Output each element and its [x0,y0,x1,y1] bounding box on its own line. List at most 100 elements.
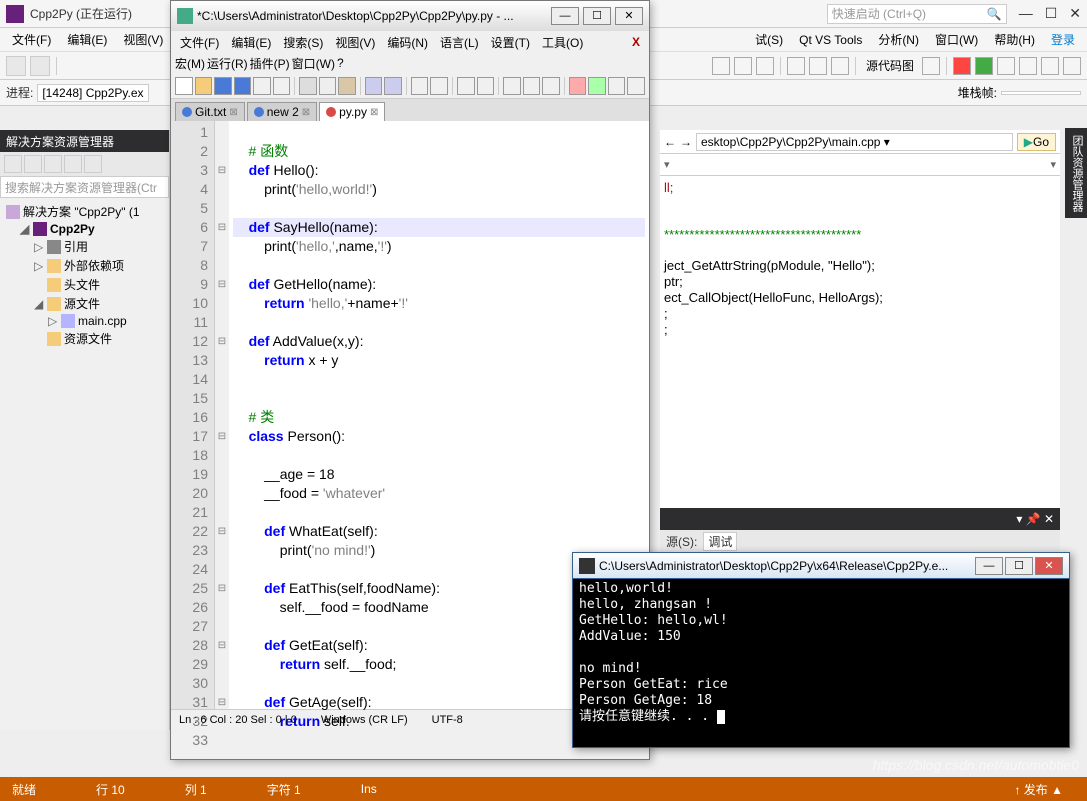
paste-button[interactable] [338,77,356,95]
menu-run[interactable]: 运行(R) [207,55,248,72]
project-node[interactable]: ◢ Cpp2Py [18,221,165,237]
console-output[interactable]: hello,world! hello, zhangsan ! GetHello:… [573,579,1069,727]
tab-close-icon[interactable]: ⊠ [370,107,378,118]
menu-analyze[interactable]: 分析(N) [872,29,925,50]
solution-node[interactable]: 解决方案 "Cpp2Py" (1 [4,202,165,221]
minimize-button[interactable]: — [1019,5,1033,22]
tree-item-external[interactable]: ▷ 外部依赖项 [32,256,165,275]
sync-button[interactable] [44,155,62,173]
scope-dropdown[interactable]: ▾ [664,158,670,171]
menu-window[interactable]: 窗口(W) [292,55,335,72]
close-button[interactable]: ✕ [615,7,643,25]
continue-button[interactable] [712,57,730,75]
menu-view[interactable]: 视图(V) [330,33,380,52]
console-titlebar[interactable]: C:\Users\Administrator\Desktop\Cpp2Py\x6… [573,553,1069,579]
menu-debug[interactable]: 试(S) [749,29,789,50]
replace-button[interactable] [430,77,448,95]
menu-edit[interactable]: 编辑(E) [61,29,113,50]
menu-file[interactable]: 文件(F) [6,29,57,50]
close-button[interactable]: ✕ [1035,557,1063,575]
open-file-button[interactable] [195,77,213,95]
menu-qttools[interactable]: Qt VS Tools [793,31,868,49]
npp-titlebar[interactable]: *C:\Users\Administrator\Desktop\Cpp2Py\C… [171,1,649,31]
pause-button[interactable] [734,57,752,75]
find-button[interactable] [411,77,429,95]
tab-new-2[interactable]: new 2⊠ [247,102,317,121]
tree-item-sources[interactable]: ◢ 源文件 [32,294,165,313]
maximize-button[interactable]: ☐ [583,7,611,25]
go-button[interactable]: ▶Go [1017,133,1056,151]
sourcemap-icon[interactable] [922,57,940,75]
source-code-map-label[interactable]: 源代码图 [862,57,918,74]
team-explorer-tab[interactable]: 团队资源管理器 [1065,128,1087,218]
nav-back-button[interactable] [6,56,26,76]
login-link[interactable]: 登录 [1045,29,1081,50]
file-path-dropdown[interactable]: esktop\Cpp2Py\Cpp2Py\main.cpp ▾ [696,133,1013,151]
menu-window[interactable]: 窗口(W) [929,29,984,50]
cut-button[interactable] [299,77,317,95]
indent-guide-button[interactable] [542,77,560,95]
properties-button[interactable] [84,155,102,173]
step-into-button[interactable] [787,57,805,75]
menu-language[interactable]: 语言(L) [435,33,484,52]
menu-file[interactable]: 文件(F) [175,33,224,52]
refresh-button[interactable] [24,155,42,173]
tree-item-references[interactable]: ▷ 引用 [32,237,165,256]
save-all-button[interactable] [234,77,252,95]
green-icon[interactable] [975,57,993,75]
macro-play-button[interactable] [588,77,606,95]
step-out-button[interactable] [831,57,849,75]
show-chars-button[interactable] [523,77,541,95]
toolbar-icon[interactable] [1019,57,1037,75]
toolbar-icon[interactable] [1041,57,1059,75]
maximize-button[interactable]: ☐ [1005,557,1033,575]
nav-fwd-icon[interactable]: → [680,135,692,149]
print-button[interactable] [273,77,291,95]
macro-record-button[interactable] [569,77,587,95]
nav-fwd-button[interactable] [30,56,50,76]
scope-dropdown[interactable]: ▾ [1050,158,1056,171]
redo-button[interactable] [384,77,402,95]
nav-back-icon[interactable]: ← [664,135,676,149]
copy-button[interactable] [319,77,337,95]
wrap-button[interactable] [503,77,521,95]
save-button[interactable] [214,77,232,95]
minimize-button[interactable]: — [551,7,579,25]
tab-py-py[interactable]: py.py⊠ [319,102,385,121]
cpp-code-area[interactable]: ll; ************************************… [660,176,1060,342]
zoom-in-button[interactable] [457,77,475,95]
menu-settings[interactable]: 设置(T) [486,33,535,52]
menu-help[interactable]: 帮助(H) [988,29,1041,50]
menu-close-icon[interactable]: X [627,34,645,50]
tree-item-resources[interactable]: 资源文件 [32,329,165,348]
macro-multiplay-button[interactable] [627,77,645,95]
process-dropdown[interactable]: [14248] Cpp2Py.ex [37,84,148,102]
new-file-button[interactable] [175,77,193,95]
menu-tools[interactable]: 工具(O) [537,33,588,52]
tab-close-icon[interactable]: ⊠ [302,107,310,118]
collapse-button[interactable] [64,155,82,173]
toolbar-icon[interactable] [997,57,1015,75]
fold-column[interactable]: ⊟ ⊟ ⊟ ⊟ ⊟ ⊟ ⊟ ⊟ ⊟ [215,121,229,709]
file-main-cpp[interactable]: ▷ main.cpp [46,313,165,329]
menu-help[interactable]: ? [337,56,344,70]
menu-edit[interactable]: 编辑(E) [226,33,276,52]
menu-macro[interactable]: 宏(M) [175,55,205,72]
red-icon[interactable] [953,57,971,75]
zoom-out-button[interactable] [477,77,495,95]
close-file-button[interactable] [253,77,271,95]
pin-icon[interactable]: ▾ 📌 ✕ [1016,512,1054,526]
menu-encoding[interactable]: 编码(N) [382,33,433,52]
stackframe-dropdown[interactable] [1001,91,1081,95]
macro-stop-button[interactable] [608,77,626,95]
maximize-button[interactable]: ☐ [1045,5,1058,22]
solution-search-input[interactable]: 搜索解决方案资源管理器(Ctr [0,176,169,198]
menu-plugins[interactable]: 插件(P) [250,55,290,72]
menu-search[interactable]: 搜索(S) [278,33,328,52]
undo-button[interactable] [365,77,383,95]
quick-launch-input[interactable]: 快速启动 (Ctrl+Q) 🔍 [827,4,1007,24]
status-publish[interactable]: ↑ 发布 ▲ [1014,781,1063,798]
step-over-button[interactable] [809,57,827,75]
toolbar-icon[interactable] [1063,57,1081,75]
tab-close-icon[interactable]: ⊠ [229,107,237,118]
